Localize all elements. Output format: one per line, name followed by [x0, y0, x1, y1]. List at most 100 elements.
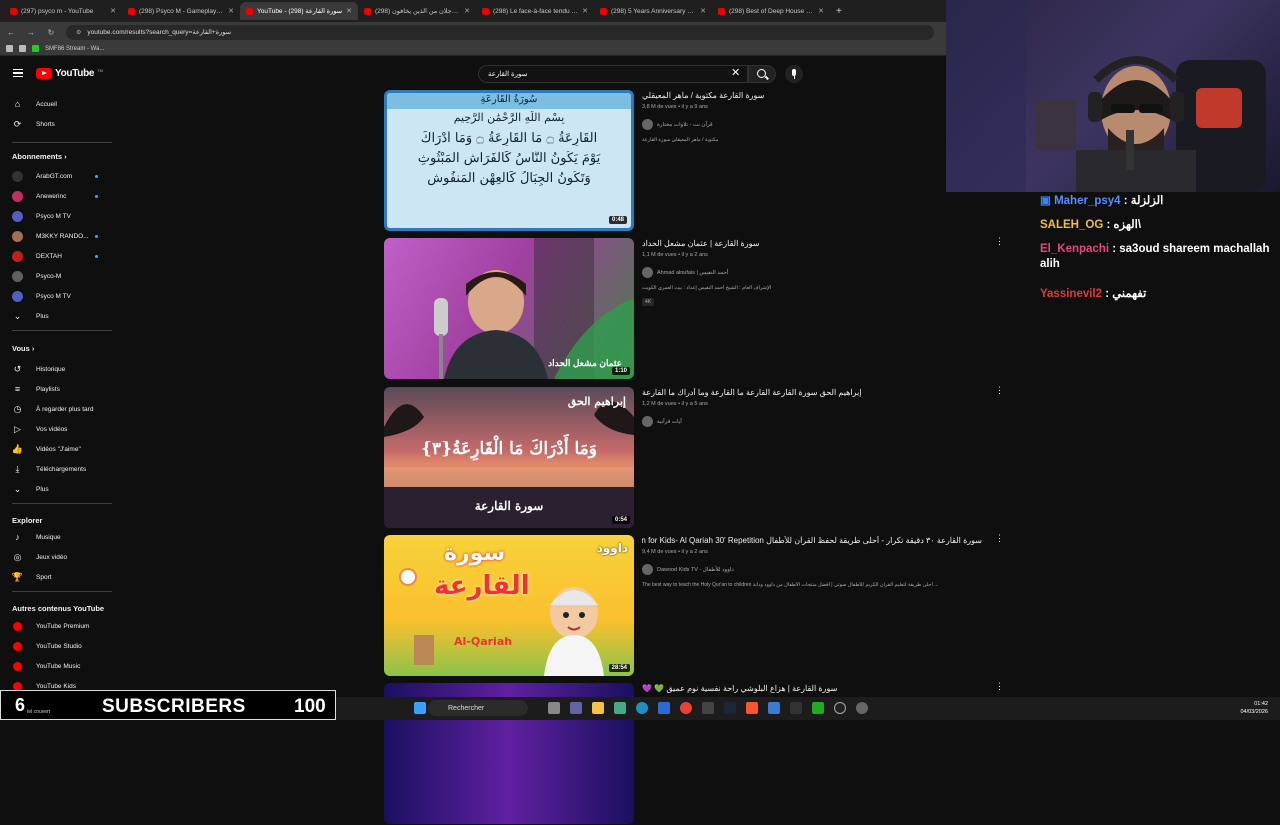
clear-icon[interactable]: ✕: [731, 66, 740, 79]
bookmark-link[interactable]: SMF86 Stream - Wa...: [45, 46, 104, 52]
channel-avatar: [12, 230, 23, 242]
browser-tab[interactable]: (297) psyco m - YouTube ✕: [4, 2, 122, 20]
video-thumbnail[interactable]: عثمان مشعل الحداد 1:10: [384, 238, 634, 379]
thumbnail-text: القارعة: [434, 571, 530, 601]
play-icon[interactable]: [812, 702, 824, 714]
channel-link[interactable]: آيات قرآنية: [642, 416, 682, 427]
steam-icon[interactable]: [724, 702, 736, 714]
obs-icon[interactable]: [834, 702, 846, 714]
browser-tab[interactable]: (298) 5 Years Anniversary Spec ✕: [594, 2, 712, 20]
explorer-icon[interactable]: [592, 702, 604, 714]
more-youtube-heading[interactable]: Autres contenus YouTube: [12, 604, 104, 613]
sidebar-item[interactable]: 🏆 Sport: [0, 568, 112, 586]
sidebar-item[interactable]: Psyco M TV: [0, 207, 112, 225]
video-thumbnail[interactable]: إبراهيم الحق وَمَا أَدْرَاكَ مَا الْقَارِ…: [384, 387, 634, 528]
brave-icon[interactable]: [746, 702, 758, 714]
browser-tab[interactable]: (298) Best of Deep House [2026 ✕: [712, 2, 830, 20]
sidebar-item[interactable]: YouTube Studio: [0, 637, 112, 655]
channel-link[interactable]: Ahmad alnufais | أحمد النفيس: [642, 267, 728, 278]
sidebar-item[interactable]: Psyco M TV: [0, 287, 112, 305]
thumbnail-text: داوود: [596, 541, 628, 555]
sidebar-item[interactable]: ≡ Playlists: [0, 380, 112, 398]
video-title[interactable]: سورة القارعة مكتوبة / ماهر المعيقلي: [642, 91, 982, 100]
browser-tab[interactable]: YouTube - سورة القارعة (298) ✕: [240, 2, 358, 20]
start-icon[interactable]: [414, 702, 426, 714]
folder-icon[interactable]: [19, 45, 26, 52]
explore-heading[interactable]: Explorer: [12, 516, 42, 525]
youtube-logo[interactable]: YouTube TM: [36, 68, 103, 79]
more-options-icon[interactable]: ⋮: [995, 534, 1004, 543]
menu-icon[interactable]: [13, 69, 23, 77]
sidebar-item[interactable]: ▷ Vos vidéos: [0, 420, 112, 438]
channel-link[interactable]: Dawood Kids TV - داوود للأطفال: [642, 564, 734, 575]
video-thumbnail[interactable]: سُورَةُ القَارِعَةِ بِسْمِ اللَّهِ الرَّح…: [384, 90, 634, 231]
browser-tab[interactable]: (298) Psyco M - Gameplay Strat ✕: [122, 2, 240, 20]
task-view-icon[interactable]: [548, 702, 560, 714]
sidebar-item[interactable]: ArabGT.com: [0, 167, 112, 185]
sidebar-item[interactable]: M3KKY RANDO...: [0, 227, 112, 245]
browser-tab[interactable]: (298) Le face-à-face tendu entre ✕: [476, 2, 594, 20]
video-title[interactable]: إبراهيم الحق سورة القارعة القارعة ما الق…: [642, 388, 982, 397]
back-icon[interactable]: ←: [6, 28, 16, 37]
tab-close-icon[interactable]: ✕: [818, 7, 824, 15]
sidebar-item[interactable]: ⌄ Plus: [0, 307, 112, 325]
teams-icon[interactable]: [570, 702, 582, 714]
site-info-icon[interactable]: ⚙: [76, 29, 81, 36]
tab-close-icon[interactable]: ✕: [700, 7, 706, 15]
sidebar-item[interactable]: Psyco-M: [0, 267, 112, 285]
microphone-icon[interactable]: [785, 65, 803, 83]
store-icon[interactable]: [614, 702, 626, 714]
channel-link[interactable]: قرآن نت - تلاوات مختارة: [642, 119, 713, 130]
apps-icon[interactable]: [6, 45, 13, 52]
settings-icon[interactable]: [856, 702, 868, 714]
browser-tab[interactable]: (298) قال رجلان من الذين يخافون ✕: [358, 2, 476, 20]
search-result[interactable]: عثمان مشعل الحداد 1:10 سورة القارعة | عثما…: [384, 237, 1004, 380]
terminal-icon[interactable]: [790, 702, 802, 714]
more-options-icon[interactable]: ⋮: [995, 237, 1004, 246]
video-title[interactable]: سورة القارعة ٣٠ دقيقة تكرار - أحلى طريقة…: [642, 536, 982, 545]
forward-icon[interactable]: →: [26, 28, 36, 37]
taskbar-search[interactable]: Rechercher: [428, 700, 528, 716]
subscriptions-heading[interactable]: Abonnements ›: [12, 152, 67, 161]
search-input[interactable]: سورة القارعة: [478, 65, 748, 83]
chrome-icon[interactable]: [680, 702, 692, 714]
url-field[interactable]: ⚙ youtube.com/results?search_query=سورة+…: [66, 24, 934, 40]
sidebar-item[interactable]: ⟳ Shorts: [0, 115, 112, 133]
app2-icon[interactable]: [768, 702, 780, 714]
edge-icon[interactable]: [636, 702, 648, 714]
more-options-icon[interactable]: ⋮: [995, 682, 1004, 691]
mail-icon[interactable]: [658, 702, 670, 714]
sidebar-item[interactable]: YouTube Premium: [0, 617, 112, 635]
more-options-icon[interactable]: ⋮: [995, 386, 1004, 395]
sidebar-item[interactable]: 👍 Vidéos "J'aime": [0, 440, 112, 458]
sidebar-item[interactable]: ⌂ Accueil: [0, 95, 112, 113]
tab-close-icon[interactable]: ✕: [346, 7, 352, 15]
chevron-down-icon: ⌄: [13, 310, 22, 321]
sidebar-item[interactable]: DEXTAH: [0, 247, 112, 265]
sidebar-item[interactable]: ◷ À regarder plus tard: [0, 400, 112, 418]
reload-icon[interactable]: ↻: [46, 28, 56, 37]
sidebar-item[interactable]: ⤓ Téléchargements: [0, 460, 112, 478]
sidebar-item[interactable]: ⌄ Plus: [0, 480, 112, 498]
sidebar-item[interactable]: ↺ Historique: [0, 360, 112, 378]
sidebar-item[interactable]: ♪ Musique: [0, 528, 112, 546]
video-title[interactable]: سورة القارعة | هزاع البلوشي راحة نفسية ن…: [642, 684, 982, 693]
music-icon: ♪: [15, 532, 20, 542]
app-icon[interactable]: [702, 702, 714, 714]
tab-close-icon[interactable]: ✕: [464, 7, 470, 15]
sidebar-item[interactable]: Anewerinc: [0, 187, 112, 205]
search-result[interactable]: سُورَةُ القَارِعَةِ بِسْمِ اللَّهِ الرَّح…: [384, 90, 1004, 232]
tab-close-icon[interactable]: ✕: [582, 7, 588, 15]
search-result[interactable]: سورة القارعة Al-Qariah داوود 28:54 سورة القار…: [384, 534, 1004, 677]
video-thumbnail[interactable]: سورة القارعة Al-Qariah داوود 28:54: [384, 535, 634, 676]
search-button[interactable]: [748, 65, 776, 83]
video-title[interactable]: سورة القارعة | عثمان مشعل الحداد: [642, 239, 982, 248]
new-tab-button[interactable]: +: [836, 6, 842, 17]
search-result[interactable]: إبراهيم الحق وَمَا أَدْرَاكَ مَا الْقَارِ…: [384, 386, 1004, 529]
sidebar-item[interactable]: YouTube Music: [0, 657, 112, 675]
you-heading[interactable]: Vous ›: [12, 344, 34, 353]
tab-close-icon[interactable]: ✕: [110, 7, 116, 15]
thumbnail-text: يَوْمَ يَكُونُ النَّاسُ كَالْفَرَاشِ الْ…: [417, 151, 601, 166]
sidebar-item[interactable]: ◎ Jeux vidéo: [0, 548, 112, 566]
tab-close-icon[interactable]: ✕: [228, 7, 234, 15]
